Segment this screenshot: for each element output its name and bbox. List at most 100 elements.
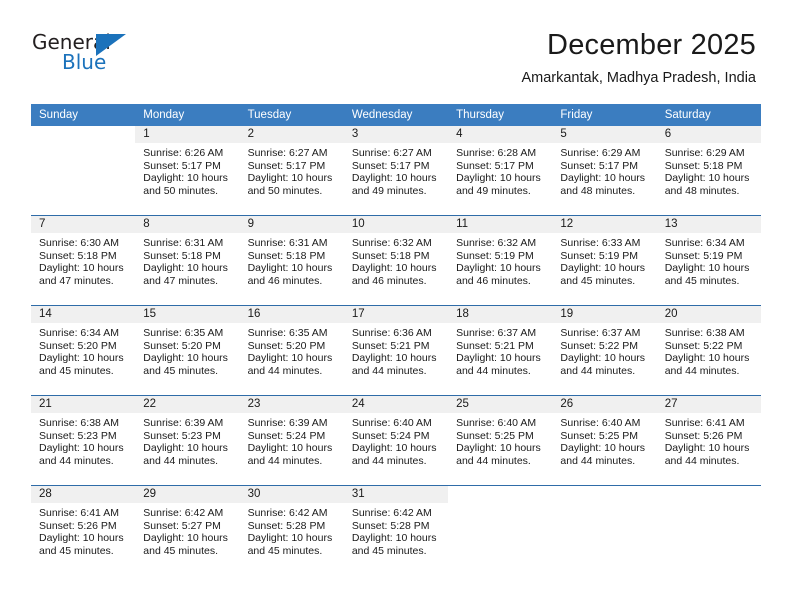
day-number (448, 486, 553, 503)
daylight-text-line2: and 44 minutes. (247, 364, 323, 377)
day-number (656, 486, 761, 503)
calendar-day-cell[interactable]: 3 Sunrise: 6:27 AM Sunset: 5:17 PM Daylight… (343, 126, 449, 216)
sunrise-text: Sunrise: 6:27 AM (247, 147, 328, 159)
day-number: 25 (448, 396, 553, 413)
day-cell-inner: 5 Sunrise: 6:29 AM Sunset: 5:17 PM Daylight… (552, 126, 657, 215)
calendar-day-cell[interactable]: 31 Sunrise: 6:42 AM Sunset: 5:28 PM Dayligh… (343, 485, 449, 575)
sunrise-text: Sunrise: 6:41 AM (39, 507, 119, 519)
day-number: 29 (135, 486, 240, 503)
day-cell-inner: 11 Sunrise: 6:32 AM Sunset: 5:19 PM Dayligh… (448, 216, 553, 305)
calendar-day-cell[interactable]: 28 Sunrise: 6:41 AM Sunset: 5:26 PM Dayligh… (31, 485, 136, 575)
calendar-day-cell[interactable]: 17 Sunrise: 6:36 AM Sunset: 5:21 PM Dayligh… (343, 305, 449, 396)
calendar-week-row: 7 Sunrise: 6:30 AM Sunset: 5:18 PM Daylight… (31, 215, 761, 306)
daylight-text-line2: and 49 minutes. (456, 184, 531, 197)
sunrise-text: Sunrise: 6:31 AM (143, 237, 224, 249)
day-cell-inner: 29 Sunrise: 6:42 AM Sunset: 5:27 PM Dayligh… (135, 486, 240, 575)
calendar-day-cell[interactable]: 30 Sunrise: 6:42 AM Sunset: 5:28 PM Dayligh… (239, 485, 344, 575)
daylight-text-line2: and 44 minutes. (351, 364, 427, 377)
daylight-text-line1: Daylight: 10 hours (247, 172, 333, 185)
general-blue-logo[interactable]: General Blue (32, 28, 142, 76)
daylight-text-line2: and 45 minutes. (664, 274, 740, 287)
calendar-day-cell[interactable]: 7 Sunrise: 6:30 AM Sunset: 5:18 PM Daylight… (31, 215, 136, 306)
day-details: Sunrise: 6:28 AM Sunset: 5:17 PM Daylight:… (448, 143, 552, 197)
sunrise-text: Sunrise: 6:42 AM (143, 507, 224, 519)
calendar-day-cell-empty (448, 485, 553, 575)
day-cell-inner: 22 Sunrise: 6:39 AM Sunset: 5:23 PM Dayligh… (135, 396, 240, 485)
calendar-week-row: 14 Sunrise: 6:34 AM Sunset: 5:20 PM Dayligh… (31, 305, 761, 396)
day-cell-inner: 2 Sunrise: 6:27 AM Sunset: 5:17 PM Daylight… (239, 126, 344, 215)
day-details: Sunrise: 6:32 AM Sunset: 5:18 PM Daylight:… (344, 233, 448, 287)
day-cell-inner: 21 Sunrise: 6:38 AM Sunset: 5:23 PM Dayligh… (31, 396, 136, 485)
day-cell-inner: 31 Sunrise: 6:42 AM Sunset: 5:28 PM Dayligh… (343, 486, 449, 575)
day-cell-inner: 8 Sunrise: 6:31 AM Sunset: 5:18 PM Daylight… (135, 216, 240, 305)
day-number: 4 (448, 126, 553, 143)
daylight-text-line2: and 47 minutes. (39, 274, 114, 287)
page-title: December 2025 (547, 29, 756, 61)
calendar-day-cell[interactable]: 23 Sunrise: 6:39 AM Sunset: 5:24 PM Dayligh… (239, 395, 344, 486)
calendar-day-cell[interactable]: 4 Sunrise: 6:28 AM Sunset: 5:17 PM Daylight… (448, 126, 553, 216)
sunset-text: Sunset: 5:23 PM (143, 429, 221, 442)
day-number: 9 (239, 216, 344, 233)
calendar-day-cell[interactable]: 10 Sunrise: 6:32 AM Sunset: 5:18 PM Dayligh… (343, 215, 449, 306)
calendar-day-cell[interactable]: 18 Sunrise: 6:37 AM Sunset: 5:21 PM Dayligh… (448, 305, 553, 396)
sunrise-text: Sunrise: 6:39 AM (143, 417, 224, 429)
sunset-text: Sunset: 5:18 PM (247, 249, 326, 262)
day-cell-inner: 3 Sunrise: 6:27 AM Sunset: 5:17 PM Daylight… (343, 126, 449, 215)
daylight-text-line1: Daylight: 10 hours (247, 442, 333, 455)
daylight-text-line1: Daylight: 10 hours (39, 262, 124, 275)
day-cell-inner: 18 Sunrise: 6:37 AM Sunset: 5:21 PM Dayligh… (448, 306, 553, 395)
calendar-day-cell[interactable]: 29 Sunrise: 6:42 AM Sunset: 5:27 PM Dayligh… (135, 485, 240, 575)
logo-text-blue: Blue (62, 50, 107, 74)
sunrise-text: Sunrise: 6:28 AM (456, 147, 537, 159)
sunset-text: Sunset: 5:26 PM (39, 519, 117, 532)
calendar-day-cell[interactable]: 26 Sunrise: 6:40 AM Sunset: 5:25 PM Dayligh… (552, 395, 657, 486)
calendar-day-cell[interactable]: 25 Sunrise: 6:40 AM Sunset: 5:25 PM Dayligh… (448, 395, 553, 486)
daylight-text-line2: and 45 minutes. (560, 274, 636, 287)
day-details: Sunrise: 6:31 AM Sunset: 5:18 PM Daylight:… (240, 233, 344, 287)
day-number: 12 (552, 216, 657, 233)
calendar-day-cell[interactable]: 13 Sunrise: 6:34 AM Sunset: 5:19 PM Dayligh… (656, 215, 761, 306)
calendar-day-cell[interactable]: 5 Sunrise: 6:29 AM Sunset: 5:17 PM Daylight… (552, 126, 657, 216)
weekday-header-wednesday: Wednesday (343, 104, 449, 126)
calendar-day-cell[interactable]: 19 Sunrise: 6:37 AM Sunset: 5:22 PM Dayligh… (552, 305, 657, 396)
calendar-day-cell[interactable]: 21 Sunrise: 6:38 AM Sunset: 5:23 PM Dayligh… (31, 395, 136, 486)
day-number: 5 (552, 126, 657, 143)
sunset-text: Sunset: 5:18 PM (351, 249, 430, 262)
day-cell-inner: 12 Sunrise: 6:33 AM Sunset: 5:19 PM Dayligh… (552, 216, 657, 305)
calendar-day-cell[interactable]: 16 Sunrise: 6:35 AM Sunset: 5:20 PM Dayligh… (239, 305, 344, 396)
daylight-text-line1: Daylight: 10 hours (247, 532, 333, 545)
calendar-day-cell[interactable]: 24 Sunrise: 6:40 AM Sunset: 5:24 PM Dayligh… (343, 395, 449, 486)
day-cell-inner: 20 Sunrise: 6:38 AM Sunset: 5:22 PM Dayligh… (656, 306, 761, 395)
calendar-day-cell[interactable]: 9 Sunrise: 6:31 AM Sunset: 5:18 PM Daylight… (239, 215, 344, 306)
calendar-day-cell[interactable]: 6 Sunrise: 6:29 AM Sunset: 5:18 PM Daylight… (656, 126, 761, 216)
daylight-text-line2: and 45 minutes. (351, 544, 427, 557)
calendar-day-cell[interactable]: 2 Sunrise: 6:27 AM Sunset: 5:17 PM Daylight… (239, 126, 344, 216)
day-cell-inner: 30 Sunrise: 6:42 AM Sunset: 5:28 PM Dayligh… (239, 486, 344, 575)
calendar-day-cell[interactable]: 1 Sunrise: 6:26 AM Sunset: 5:17 PM Daylight… (135, 126, 240, 216)
sunset-text: Sunset: 5:17 PM (456, 159, 534, 172)
sunset-text: Sunset: 5:26 PM (664, 429, 743, 442)
calendar-day-cell[interactable]: 11 Sunrise: 6:32 AM Sunset: 5:19 PM Dayligh… (448, 215, 553, 306)
daylight-text-line2: and 44 minutes. (560, 454, 636, 467)
sunrise-text: Sunrise: 6:38 AM (39, 417, 119, 429)
sunrise-text: Sunrise: 6:37 AM (560, 327, 641, 339)
sunrise-text: Sunrise: 6:29 AM (664, 147, 745, 159)
calendar-day-cell[interactable]: 15 Sunrise: 6:35 AM Sunset: 5:20 PM Dayligh… (135, 305, 240, 396)
daylight-text-line2: and 45 minutes. (247, 544, 323, 557)
sunrise-text: Sunrise: 6:35 AM (143, 327, 224, 339)
sunrise-text: Sunrise: 6:41 AM (664, 417, 745, 429)
day-details: Sunrise: 6:40 AM Sunset: 5:24 PM Daylight:… (344, 413, 448, 467)
calendar-day-cell[interactable]: 12 Sunrise: 6:33 AM Sunset: 5:19 PM Dayligh… (552, 215, 657, 306)
daylight-text-line1: Daylight: 10 hours (39, 442, 124, 455)
calendar-day-cell[interactable]: 20 Sunrise: 6:38 AM Sunset: 5:22 PM Dayligh… (656, 305, 761, 396)
day-details: Sunrise: 6:39 AM Sunset: 5:23 PM Daylight:… (135, 413, 239, 467)
calendar-day-cell[interactable]: 8 Sunrise: 6:31 AM Sunset: 5:18 PM Daylight… (135, 215, 240, 306)
calendar-day-cell[interactable]: 14 Sunrise: 6:34 AM Sunset: 5:20 PM Dayligh… (31, 305, 136, 396)
daylight-text-line2: and 45 minutes. (39, 364, 114, 377)
daylight-text-line1: Daylight: 10 hours (560, 442, 646, 455)
sunrise-text: Sunrise: 6:34 AM (39, 327, 119, 339)
daylight-text-line1: Daylight: 10 hours (351, 532, 437, 545)
calendar-day-cell[interactable]: 27 Sunrise: 6:41 AM Sunset: 5:26 PM Dayligh… (656, 395, 761, 486)
calendar-day-cell[interactable]: 22 Sunrise: 6:39 AM Sunset: 5:23 PM Dayligh… (135, 395, 240, 486)
daylight-text-line1: Daylight: 10 hours (560, 262, 646, 275)
